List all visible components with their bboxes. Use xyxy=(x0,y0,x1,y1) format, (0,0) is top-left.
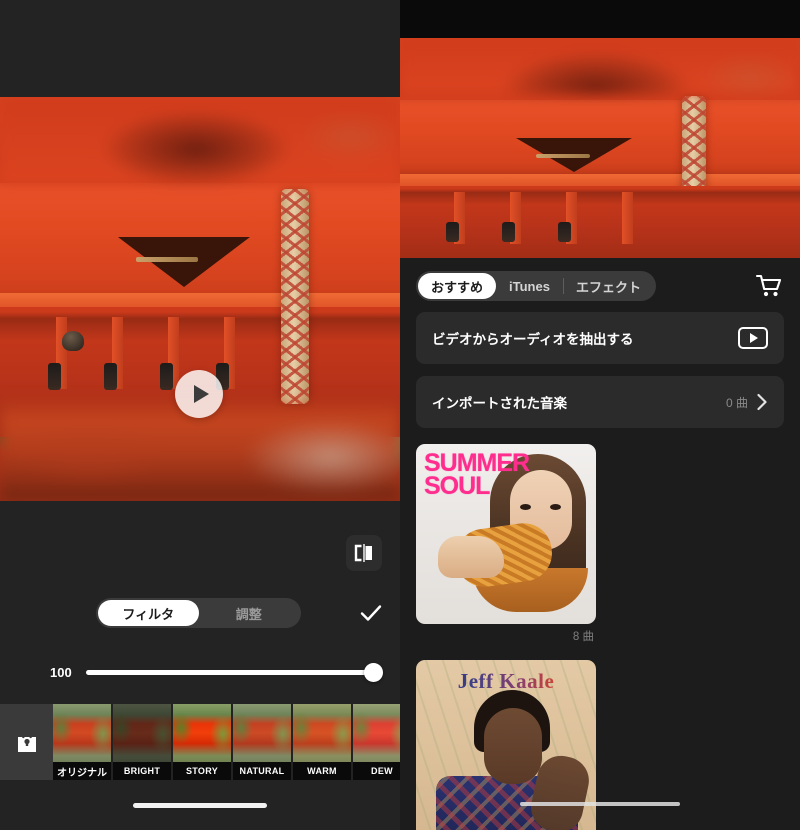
shrine-pillar xyxy=(622,192,633,244)
left-status-bar xyxy=(0,0,400,97)
filter-label: DEW xyxy=(353,762,400,780)
album-track-count: 8 曲 xyxy=(572,631,594,643)
intensity-slider[interactable] xyxy=(86,662,383,682)
horizontal-scrollbar[interactable] xyxy=(520,802,680,806)
filter-label: オリジナル xyxy=(53,762,111,780)
shrine-lantern xyxy=(502,222,515,242)
shrine-lantern xyxy=(446,222,459,242)
filter-thumbnail-strip[interactable]: オリジナル BRIGHT STORY NATURAL WARM DEW xyxy=(0,704,400,780)
artwork-eye xyxy=(520,504,531,510)
chevron-right-icon xyxy=(757,393,767,411)
extract-audio-row[interactable]: ビデオからオーディオを抽出する xyxy=(416,312,784,364)
video-preview-right[interactable] xyxy=(400,38,800,258)
album-title-art: Jeff Kaale xyxy=(416,669,596,694)
shrine-lantern xyxy=(104,363,117,390)
tab-effects[interactable]: エフェクト xyxy=(562,273,654,299)
album-artwork: SUMMER SOUL xyxy=(416,444,596,624)
imported-music-accessory: 0 曲 xyxy=(726,393,768,411)
home-indicator-area xyxy=(0,780,400,830)
filter-tools-panel: フィルタ 調整 100 オリジナル BRIGHT STORY NATURAL W… xyxy=(0,501,400,830)
right-screen-audio-picker: おすすめ iTunes エフェクト ビデオからオーディオを抽出する インポートさ… xyxy=(400,0,800,830)
play-icon xyxy=(193,385,209,403)
extract-audio-accessory xyxy=(738,327,768,349)
slider-value-label: 100 xyxy=(50,664,72,680)
artwork-eye xyxy=(550,504,561,510)
imported-music-label: インポートされた音楽 xyxy=(432,396,567,411)
filter-label: NATURAL xyxy=(233,762,291,780)
video-preview[interactable] xyxy=(0,97,400,501)
imported-music-count: 0 曲 xyxy=(725,395,748,410)
compare-split-button[interactable] xyxy=(346,535,382,571)
album-grid: SUMMER SOUL 8 曲 Jeff Kaale 15 曲 xyxy=(400,440,800,830)
left-screen-filter-editor: フィルタ 調整 100 オリジナル BRIGHT STORY NATURAL W… xyxy=(0,0,400,830)
filter-item[interactable]: STORY xyxy=(173,704,233,780)
shrine-triangle-recess xyxy=(118,237,250,287)
shrine-lantern xyxy=(48,363,61,390)
mode-segmented-control[interactable]: フィルタ 調整 xyxy=(96,598,301,628)
audio-tabs[interactable]: おすすめ iTunes エフェクト xyxy=(416,271,656,301)
mode-segmented-row: フィルタ 調整 xyxy=(0,597,400,629)
shrine-lantern xyxy=(558,222,571,242)
blur-overlay-top xyxy=(400,38,800,94)
shrine-bar xyxy=(536,154,590,158)
filter-item[interactable]: DEW xyxy=(353,704,400,780)
intensity-slider-row: 100 xyxy=(0,659,400,685)
filter-item[interactable]: NATURAL xyxy=(233,704,293,780)
shrine-bar xyxy=(136,257,198,262)
artwork-face xyxy=(484,708,542,784)
filter-shop-button[interactable] xyxy=(0,704,53,780)
shopping-cart-icon xyxy=(755,274,782,297)
tab-recommended[interactable]: おすすめ xyxy=(418,273,497,299)
shrine-lantern xyxy=(160,363,173,390)
shrine-beam-edge xyxy=(400,174,800,186)
audio-tab-row: おすすめ iTunes エフェクト xyxy=(416,260,784,312)
home-indicator[interactable] xyxy=(133,802,267,808)
artwork-hand xyxy=(438,536,504,578)
shopping-cart-button[interactable] xyxy=(754,271,784,301)
album-card[interactable]: SUMMER SOUL 8 曲 xyxy=(416,444,596,648)
filter-label: STORY xyxy=(173,762,231,780)
shrine-bell xyxy=(62,331,84,351)
extract-audio-label: ビデオからオーディオを抽出する xyxy=(432,332,634,347)
slider-thumb[interactable] xyxy=(364,662,383,682)
tab-itunes[interactable]: iTunes xyxy=(496,273,563,299)
audio-controls: おすすめ iTunes エフェクト ビデオからオーディオを抽出する インポートさ… xyxy=(400,260,800,428)
tab-adjust[interactable]: 調整 xyxy=(199,600,300,626)
dual-screenshot-container: フィルタ 調整 100 オリジナル BRIGHT STORY NATURAL W… xyxy=(0,0,800,830)
filter-item[interactable]: WARM xyxy=(293,704,353,780)
album-title-art: SUMMER SOUL xyxy=(424,449,530,500)
filter-label: BRIGHT xyxy=(113,762,171,780)
play-button[interactable] xyxy=(175,370,223,418)
blur-overlay-top xyxy=(0,97,400,185)
checkmark-icon xyxy=(360,605,382,621)
play-box-icon[interactable] xyxy=(738,327,768,349)
tab-filter[interactable]: フィルタ xyxy=(98,600,199,626)
filter-item[interactable]: オリジナル xyxy=(53,704,113,780)
imported-music-row[interactable]: インポートされた音楽 0 曲 xyxy=(416,376,784,428)
play-triangle xyxy=(750,333,758,343)
shrine-lower-structure xyxy=(400,186,800,258)
confirm-check-button[interactable] xyxy=(358,600,384,626)
right-status-bar xyxy=(400,0,800,38)
shopping-bag-icon xyxy=(17,734,36,752)
filter-label: WARM xyxy=(293,762,351,780)
compare-split-icon xyxy=(354,544,372,562)
filter-item[interactable]: BRIGHT xyxy=(113,704,173,780)
shrine-rope xyxy=(281,189,309,404)
